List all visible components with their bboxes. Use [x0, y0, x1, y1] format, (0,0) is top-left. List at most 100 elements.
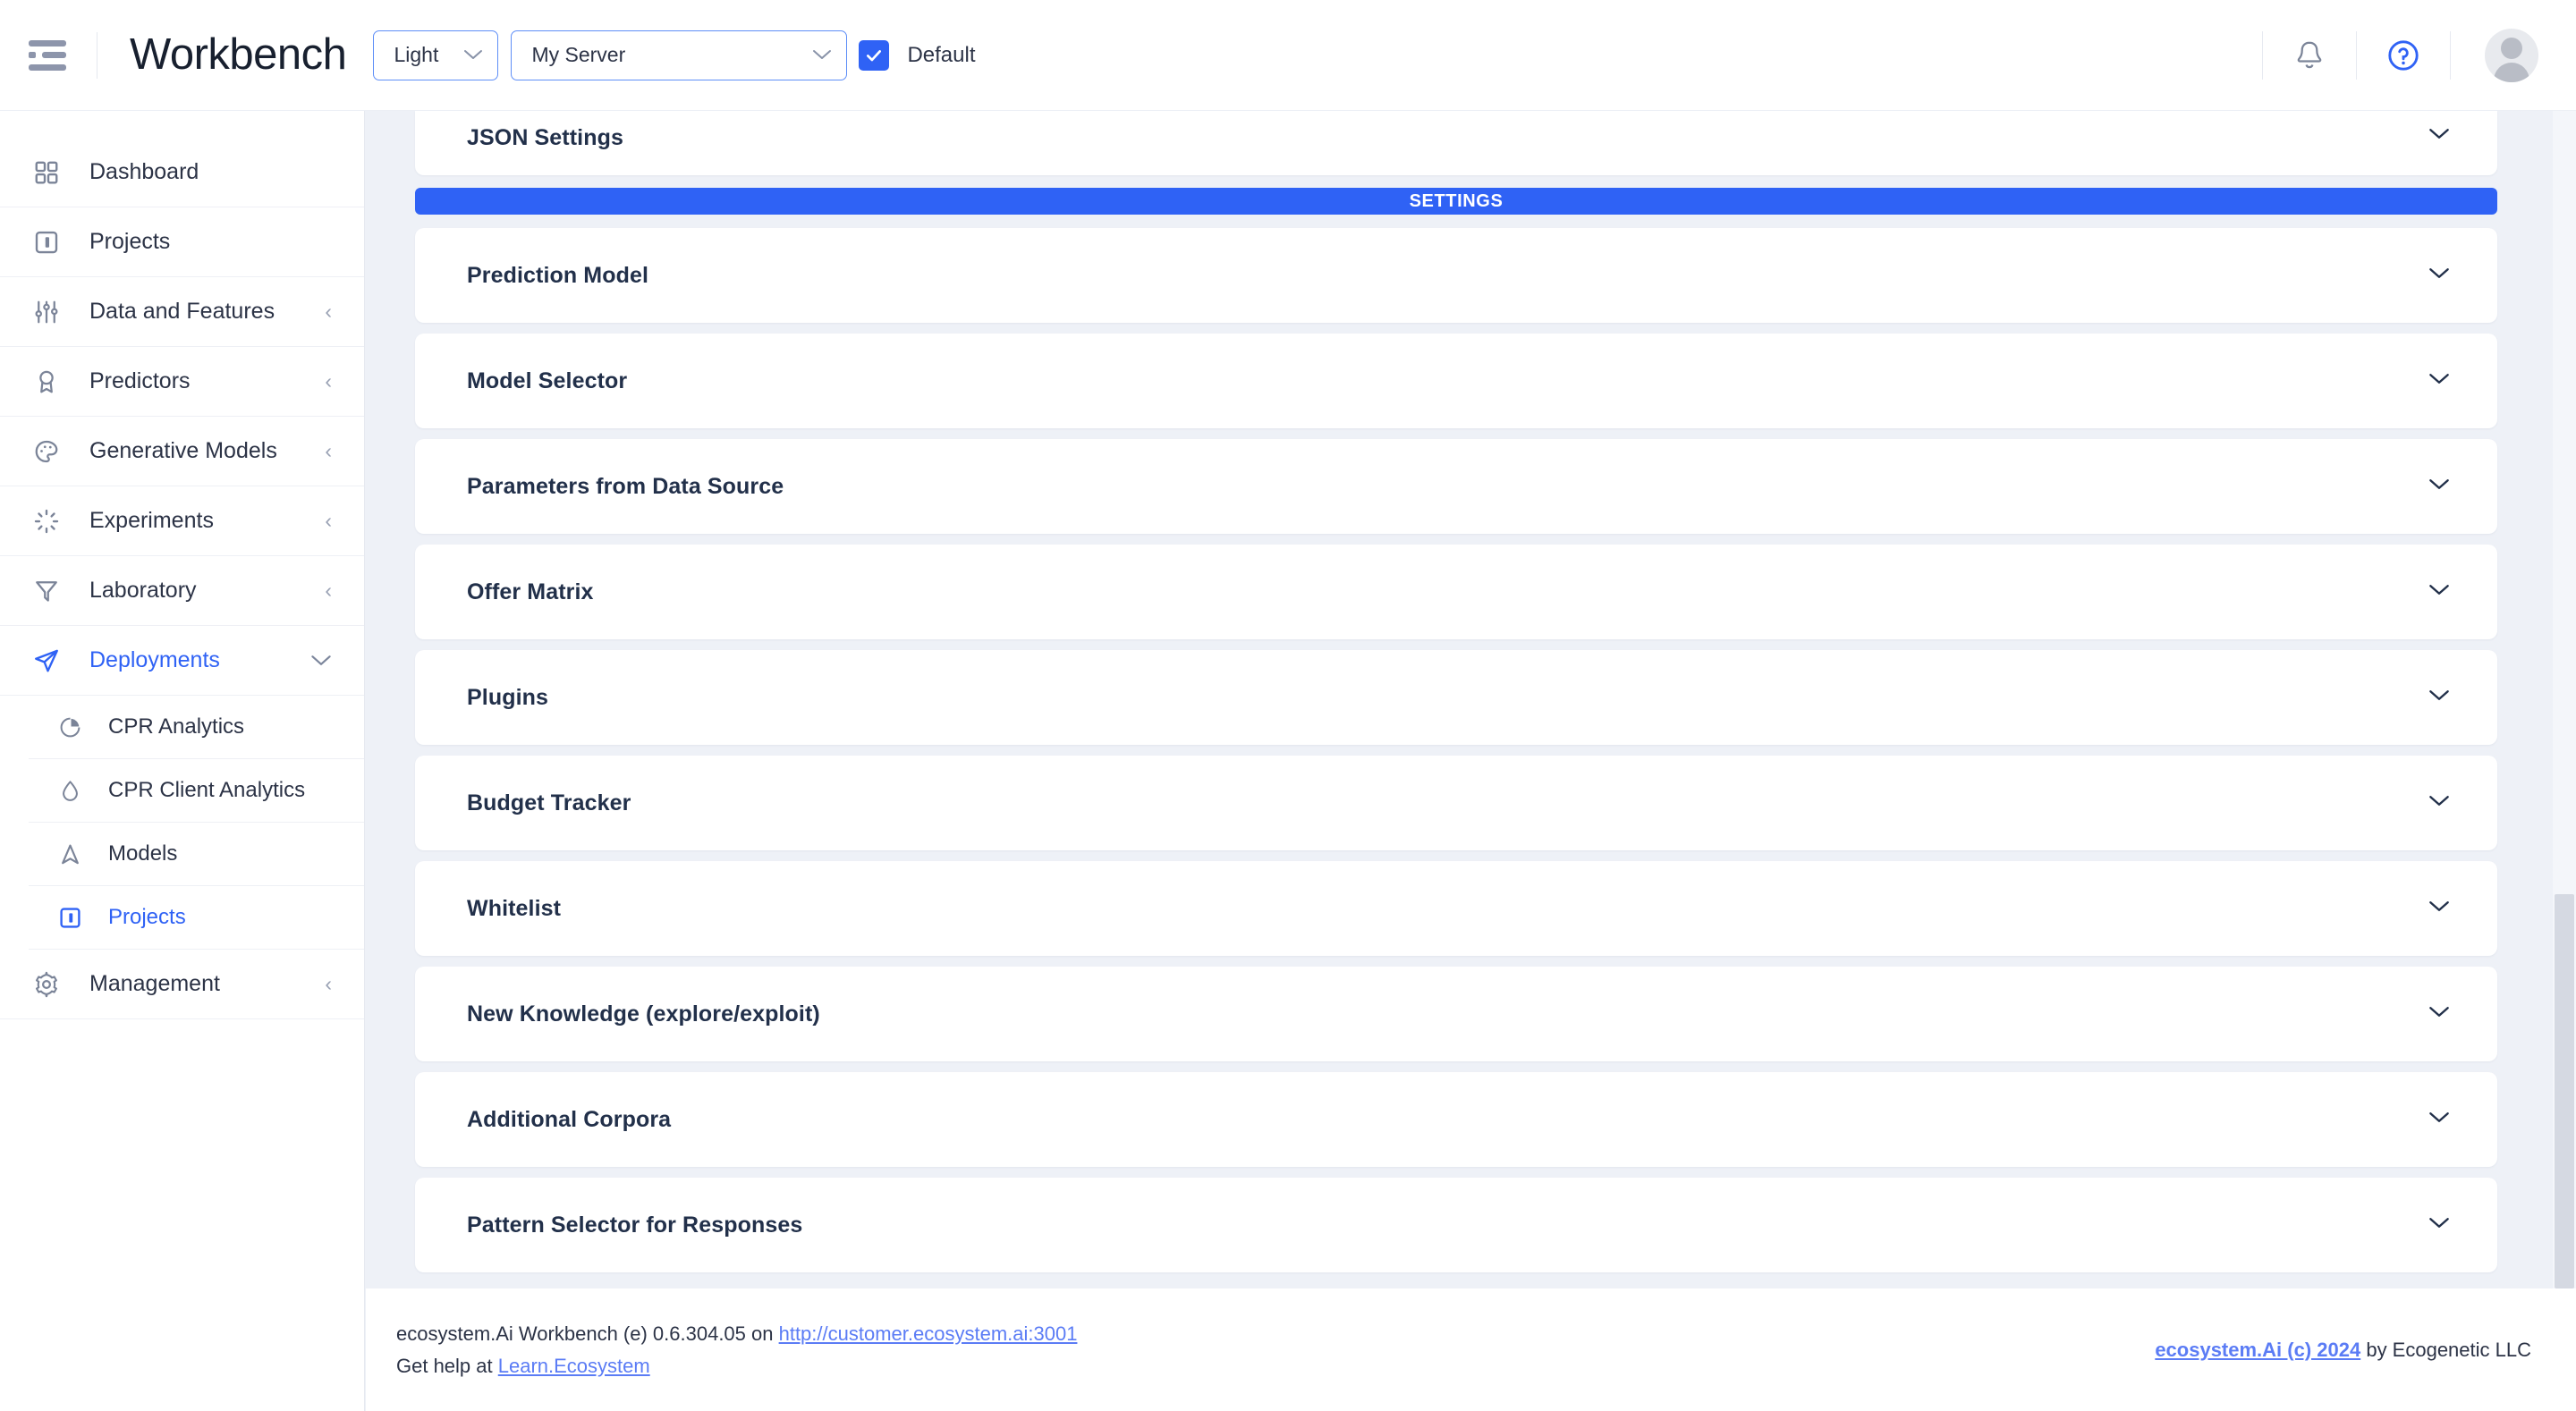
chevron-left-icon[interactable]: ‹ — [325, 580, 332, 601]
sidebar-item-label: CPR Client Analytics — [108, 778, 305, 803]
settings-banner: SETTINGS — [415, 188, 2497, 215]
pie-chart-icon — [54, 711, 86, 743]
inner-scroll-track[interactable] — [2535, 111, 2553, 1288]
accordion-parameters-from-data-source[interactable]: Parameters from Data Source — [415, 439, 2497, 534]
footer-left: ecosystem.Ai Workbench (e) 0.6.304.05 on… — [396, 1318, 1077, 1381]
avatar-body — [2494, 63, 2529, 82]
footer-right: ecosystem.Ai (c) 2024 by Ecogenetic LLC — [2155, 1339, 2531, 1362]
notifications-button[interactable] — [2263, 0, 2356, 110]
chevron-down-icon — [447, 46, 483, 64]
accordion-json-settings[interactable]: JSON Settings — [415, 111, 2497, 175]
footer-version-text: ecosystem.Ai Workbench (e) 0.6.304.05 on — [396, 1322, 779, 1345]
sidebar-item-experiments[interactable]: Experiments ‹ — [0, 486, 364, 556]
footer-help-line: Get help at Learn.Ecosystem — [396, 1350, 1077, 1382]
accordion-title: Model Selector — [467, 368, 627, 394]
sidebar-item-generative-models[interactable]: Generative Models ‹ — [0, 417, 364, 486]
chevron-left-icon[interactable]: ‹ — [325, 441, 332, 461]
accordion-title: Plugins — [467, 685, 548, 711]
sidebar-item-cpr-analytics[interactable]: CPR Analytics — [29, 696, 364, 759]
server-url-link[interactable]: http://customer.ecosystem.ai:3001 — [779, 1322, 1078, 1345]
deployments-submenu: CPR Analytics CPR Client Analytics Model… — [0, 696, 364, 950]
chevron-down-icon[interactable] — [2428, 794, 2451, 812]
accordion-title: Whitelist — [467, 896, 561, 922]
sidebar-item-dashboard[interactable]: Dashboard — [0, 138, 364, 207]
chevron-left-icon[interactable]: ‹ — [325, 974, 332, 994]
palette-icon — [29, 434, 64, 469]
sidebar-item-deployments-projects[interactable]: Projects — [29, 886, 364, 950]
panel-icon — [29, 224, 64, 260]
help-button[interactable] — [2357, 0, 2450, 110]
sidebar-item-cpr-client-analytics[interactable]: CPR Client Analytics — [29, 759, 364, 823]
award-icon — [29, 364, 64, 400]
default-label: Default — [907, 43, 975, 68]
theme-select[interactable]: Light — [373, 30, 498, 80]
chevron-down-icon[interactable] — [2428, 372, 2451, 390]
funnel-icon — [29, 573, 64, 609]
sidebar-item-label: Laboratory — [89, 578, 197, 604]
droplet-icon — [54, 774, 86, 807]
learn-ecosystem-link[interactable]: Learn.Ecosystem — [498, 1355, 650, 1377]
hamburger-bar-3 — [29, 64, 66, 71]
accordion-title: New Knowledge (explore/exploit) — [467, 1001, 820, 1027]
chevron-down-icon[interactable] — [2428, 1216, 2451, 1234]
chevron-left-icon[interactable]: ‹ — [325, 371, 332, 392]
hamburger-icon[interactable] — [29, 40, 68, 71]
accordion-title: Parameters from Data Source — [467, 474, 784, 500]
server-select-value: My Server — [531, 43, 625, 67]
copyright-link[interactable]: ecosystem.Ai (c) 2024 — [2155, 1339, 2360, 1361]
avatar[interactable] — [2485, 29, 2538, 82]
spinner-icon — [29, 503, 64, 539]
chevron-down-icon[interactable] — [2428, 127, 2451, 145]
avatar-wrapper — [2451, 29, 2538, 82]
accordion-model-selector[interactable]: Model Selector — [415, 334, 2497, 428]
accordion-whitelist[interactable]: Whitelist — [415, 861, 2497, 956]
chevron-down-icon[interactable] — [2428, 266, 2451, 284]
page-scrollbar[interactable] — [2553, 111, 2576, 1288]
accordion-plugins[interactable]: Plugins — [415, 650, 2497, 745]
chevron-down-icon[interactable] — [310, 650, 332, 671]
sidebar-item-label: Dashboard — [89, 159, 199, 185]
sidebar-item-label: CPR Analytics — [108, 714, 244, 739]
footer: ecosystem.Ai Workbench (e) 0.6.304.05 on… — [366, 1288, 2576, 1411]
accordion-new-knowledge[interactable]: New Knowledge (explore/exploit) — [415, 967, 2497, 1061]
main-content: JSON Settings SETTINGS Prediction Model … — [366, 111, 2576, 1411]
sidebar-item-laboratory[interactable]: Laboratory ‹ — [0, 556, 364, 626]
gear-icon — [29, 967, 64, 1002]
hamburger-row-2 — [29, 52, 68, 58]
chevron-left-icon[interactable]: ‹ — [325, 301, 332, 322]
chevron-down-icon[interactable] — [2428, 1005, 2451, 1023]
accordion-title: Pattern Selector for Responses — [467, 1212, 802, 1238]
server-select[interactable]: My Server — [511, 30, 847, 80]
accordion-pattern-selector-for-responses[interactable]: Pattern Selector for Responses — [415, 1178, 2497, 1272]
chevron-down-icon[interactable] — [2428, 583, 2451, 601]
sidebar-item-label: Projects — [108, 905, 186, 930]
navigation-icon — [54, 838, 86, 870]
accordion-additional-corpora[interactable]: Additional Corpora — [415, 1072, 2497, 1167]
sidebar-item-projects[interactable]: Projects — [0, 207, 364, 277]
sidebar-item-deployments[interactable]: Deployments — [0, 626, 364, 696]
scrollbar-thumb[interactable] — [2555, 894, 2574, 1288]
sidebar-item-models[interactable]: Models — [29, 823, 364, 886]
chevron-left-icon[interactable]: ‹ — [325, 511, 332, 531]
chevron-down-icon[interactable] — [2428, 477, 2451, 495]
sidebar-item-predictors[interactable]: Predictors ‹ — [0, 347, 364, 417]
accordion-title: Budget Tracker — [467, 790, 631, 816]
default-checkbox[interactable] — [859, 40, 889, 71]
footer-version-line: ecosystem.Ai Workbench (e) 0.6.304.05 on… — [396, 1318, 1077, 1350]
sidebar-item-data-and-features[interactable]: Data and Features ‹ — [0, 277, 364, 347]
sidebar-item-label: Data and Features — [89, 299, 275, 325]
settings-banner-label: SETTINGS — [1410, 191, 1504, 212]
sidebar-item-label: Predictors — [89, 368, 191, 394]
accordion-budget-tracker[interactable]: Budget Tracker — [415, 756, 2497, 850]
sidebar-item-management[interactable]: Management ‹ — [0, 950, 364, 1019]
accordion-list: JSON Settings SETTINGS Prediction Model … — [366, 111, 2546, 1284]
sidebar-item-label: Deployments — [89, 647, 220, 673]
accordion-prediction-model[interactable]: Prediction Model — [415, 228, 2497, 323]
sliders-icon — [29, 294, 64, 330]
sidebar: Dashboard Projects Data and Features ‹ — [0, 111, 365, 1411]
chevron-down-icon[interactable] — [2428, 900, 2451, 917]
sidebar-item-label: Experiments — [89, 508, 214, 534]
chevron-down-icon[interactable] — [2428, 689, 2451, 706]
accordion-offer-matrix[interactable]: Offer Matrix — [415, 545, 2497, 639]
chevron-down-icon[interactable] — [2428, 1111, 2451, 1128]
